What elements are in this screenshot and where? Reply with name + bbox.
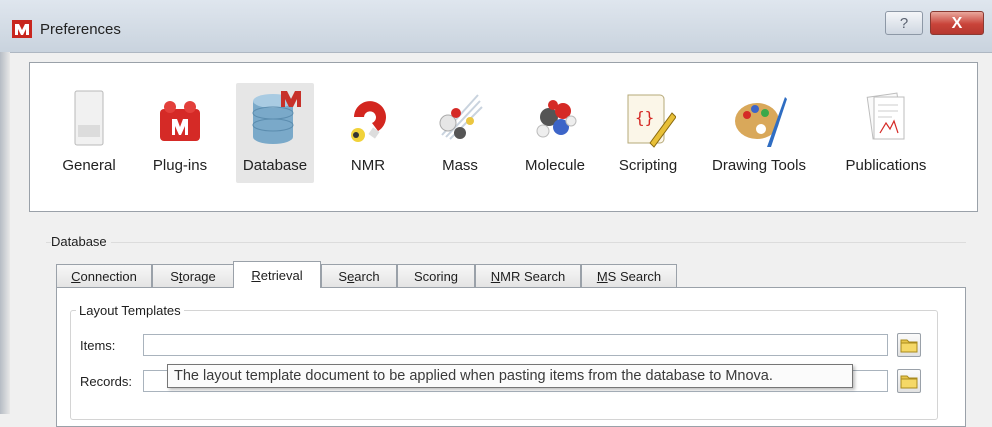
category-panel: General Plug-ins Database NMR Mass Molec… — [29, 62, 978, 212]
category-plugins[interactable]: Plug-ins — [142, 83, 218, 183]
category-label: Drawing Tools — [712, 157, 806, 174]
plugins-icon — [160, 101, 200, 141]
category-database[interactable]: Database — [236, 83, 314, 183]
folder-icon — [900, 375, 918, 389]
mnova-app-icon — [12, 20, 32, 38]
title-bar: Preferences ? X — [0, 0, 992, 53]
window-edge — [0, 52, 10, 414]
tab-label-rest: arch — [354, 269, 380, 284]
tab-mnemonic: C — [71, 269, 81, 284]
publications-icon — [866, 92, 905, 140]
category-label: Plug-ins — [152, 157, 208, 174]
folder-icon — [900, 339, 918, 353]
tooltip: The layout template document to be appli… — [167, 364, 853, 388]
items-field[interactable] — [143, 334, 888, 356]
layout-templates-title: Layout Templates — [76, 303, 184, 318]
tab-mnemonic: N — [490, 269, 501, 284]
tab-scoring[interactable]: Scoring — [397, 264, 475, 287]
category-general[interactable]: General — [52, 83, 126, 183]
close-button[interactable]: X — [930, 11, 984, 35]
category-scripting[interactable]: {} Scripting — [608, 83, 688, 183]
nmr-icon — [351, 101, 386, 142]
tab-retrieval[interactable]: Retrieval — [233, 261, 321, 288]
tab-mnemonic: R — [251, 268, 261, 283]
category-drawing-tools[interactable]: Drawing Tools — [702, 83, 816, 183]
category-nmr[interactable]: NMR — [340, 83, 396, 183]
tab-mnemonic: M — [596, 269, 608, 284]
category-label: Database — [242, 157, 308, 174]
tab-label: Scoring — [413, 269, 459, 284]
category-label: Mass — [442, 157, 478, 174]
molecule-icon — [536, 100, 577, 138]
items-browse-button[interactable] — [897, 333, 921, 357]
category-molecule[interactable]: Molecule — [518, 83, 592, 183]
category-mass[interactable]: Mass — [428, 83, 492, 183]
tab-connection[interactable]: Connection — [56, 264, 152, 287]
mass-icon — [439, 94, 483, 140]
help-button[interactable]: ? — [885, 11, 923, 35]
scripting-icon: {} — [627, 94, 676, 148]
database-icon — [252, 91, 301, 144]
database-group-label: Database — [51, 234, 111, 249]
group-separator — [46, 242, 966, 243]
category-publications[interactable]: Publications — [836, 83, 936, 183]
category-label: Molecule — [524, 157, 586, 174]
tab-label-rest: S Search — [607, 269, 662, 284]
svg-text:{}: {} — [635, 108, 654, 127]
tab-ms-search[interactable]: MS Search — [581, 264, 677, 287]
general-icon — [74, 90, 104, 146]
tab-label-rest: etrieval — [260, 268, 303, 283]
category-label: NMR — [350, 157, 386, 174]
tab-label-prefix: S — [170, 269, 179, 284]
tab-search[interactable]: Search — [321, 264, 397, 287]
category-label: General — [62, 157, 116, 174]
window-title: Preferences — [40, 21, 121, 38]
tab-label-rest: orage — [182, 269, 216, 284]
category-label: Publications — [845, 157, 927, 174]
drawing-tools-icon — [735, 97, 787, 147]
tab-nmr-search[interactable]: NMR Search — [475, 264, 581, 287]
tab-label-rest: MR Search — [500, 269, 566, 284]
records-browse-button[interactable] — [897, 369, 921, 393]
category-label: Scripting — [618, 157, 678, 174]
tab-label-rest: onnection — [80, 269, 137, 284]
records-label: Records: — [80, 374, 133, 389]
items-label: Items: — [80, 338, 116, 353]
tab-label-prefix: S — [338, 269, 348, 284]
tab-storage[interactable]: Storage — [152, 264, 234, 287]
